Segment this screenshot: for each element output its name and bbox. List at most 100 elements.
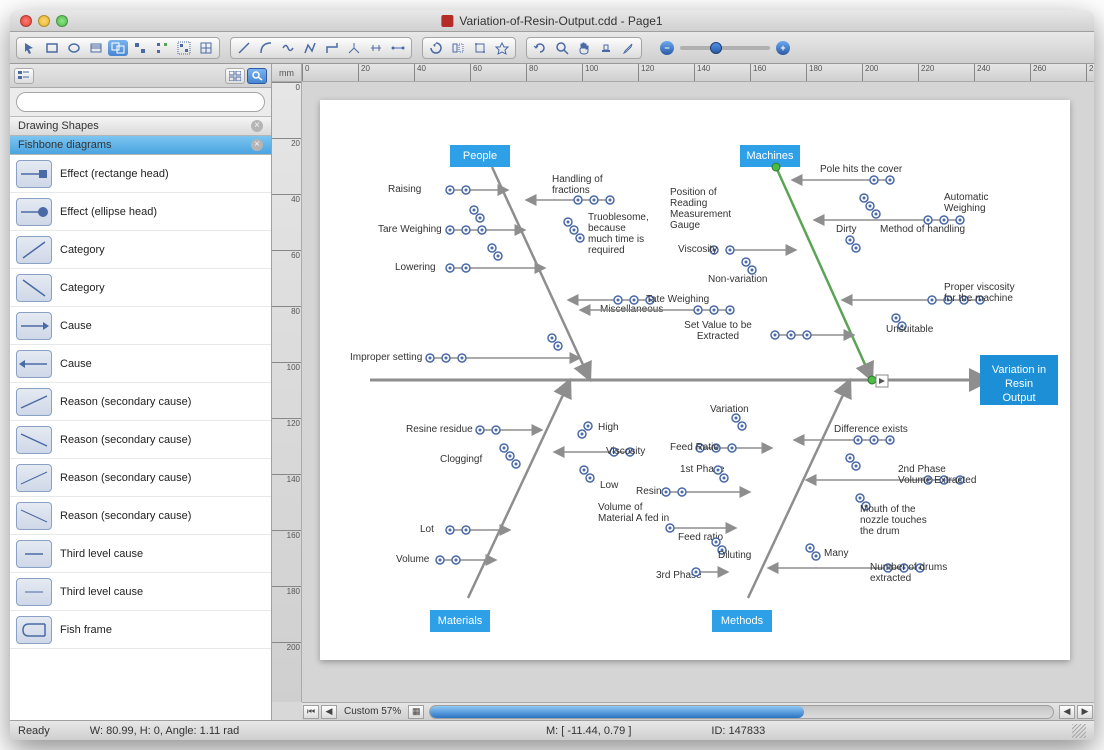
svg-text:required: required <box>588 245 625 256</box>
bottom-scrollbar: ⏮ ◀ Custom 57% ▦ ◀ ▶ <box>302 702 1094 720</box>
line-tool[interactable] <box>234 40 254 56</box>
horizontal-scroll-track[interactable] <box>429 705 1054 719</box>
rotate-tool[interactable] <box>426 40 446 56</box>
svg-text:Extracted: Extracted <box>697 331 739 342</box>
tree-view-button[interactable] <box>14 68 34 84</box>
grid-view-button[interactable] <box>225 68 245 84</box>
section-fishbone[interactable]: Fishbone diagrams × <box>10 136 271 155</box>
shape-item[interactable]: Fish frame <box>10 611 271 649</box>
horizontal-ruler: 020406080100120140160180200220240260280 <box>302 64 1094 82</box>
refresh-tool[interactable] <box>530 40 550 56</box>
section-close-icon[interactable]: × <box>251 120 263 132</box>
table-tool[interactable] <box>196 40 216 56</box>
shape-item[interactable]: Effect (rectange head) <box>10 155 271 193</box>
svg-text:because: because <box>588 223 626 234</box>
section-close-icon[interactable]: × <box>251 139 263 151</box>
zoom-window-button[interactable] <box>56 15 68 27</box>
crop-tool[interactable] <box>470 40 490 56</box>
canvas-scroll[interactable]: Variation inResinOutputPeopleMachinesMat… <box>302 82 1094 702</box>
elbow-tool[interactable] <box>322 40 342 56</box>
shape-icon <box>16 616 52 644</box>
shape-item[interactable]: Cause <box>10 345 271 383</box>
flip-tool[interactable] <box>448 40 468 56</box>
shape-label: Third level cause <box>60 548 143 560</box>
shape-search-input[interactable] <box>16 92 265 112</box>
connector4-tool[interactable] <box>388 40 408 56</box>
container-tool[interactable] <box>108 40 128 56</box>
curve-tool[interactable] <box>278 40 298 56</box>
group-tool[interactable] <box>174 40 194 56</box>
zoom-in-button[interactable]: + <box>776 41 790 55</box>
svg-text:Mouth of the: Mouth of the <box>860 504 916 515</box>
section-label: Fishbone diagrams <box>18 139 112 151</box>
selection-tool-group <box>16 37 220 59</box>
shape-list: Effect (rectange head)Effect (ellipse he… <box>10 155 271 720</box>
shape-item[interactable]: Reason (secondary cause) <box>10 383 271 421</box>
svg-text:Dirty: Dirty <box>836 224 857 235</box>
shape-item[interactable]: Reason (secondary cause) <box>10 421 271 459</box>
svg-text:Volume: Volume <box>396 554 430 565</box>
zoom-tool[interactable] <box>552 40 572 56</box>
page[interactable]: Variation inResinOutputPeopleMachinesMat… <box>320 100 1070 660</box>
search-view-button[interactable] <box>247 68 267 84</box>
svg-text:Handling of: Handling of <box>552 174 603 185</box>
fishbone-diagram[interactable]: Variation inResinOutputPeopleMachinesMat… <box>320 100 1070 660</box>
zoom-slider[interactable]: − + <box>660 41 790 55</box>
shape-item[interactable]: Reason (secondary cause) <box>10 459 271 497</box>
svg-text:much time is: much time is <box>588 234 644 245</box>
zoom-out-button[interactable]: − <box>660 41 674 55</box>
section-label: Drawing Shapes <box>18 120 99 132</box>
shape-icon <box>16 578 52 606</box>
stamp-tool[interactable] <box>596 40 616 56</box>
minimize-window-button[interactable] <box>38 15 50 27</box>
document-icon <box>441 15 453 27</box>
connector2-tool[interactable] <box>344 40 364 56</box>
align-tool[interactable] <box>130 40 150 56</box>
hand-tool[interactable] <box>574 40 594 56</box>
svg-text:Measurement: Measurement <box>670 209 731 220</box>
text-tool[interactable] <box>86 40 106 56</box>
svg-text:High: High <box>598 422 619 433</box>
snap-tool[interactable] <box>492 40 512 56</box>
zoom-handle[interactable] <box>710 42 722 54</box>
arc-tool[interactable] <box>256 40 276 56</box>
scroll-right-button[interactable]: ▶ <box>1077 705 1093 719</box>
ellipse-tool[interactable] <box>64 40 84 56</box>
status-bar: Ready W: 80.99, H: 0, Angle: 1.11 rad M:… <box>10 720 1094 740</box>
shape-item[interactable]: Category <box>10 231 271 269</box>
first-page-button[interactable]: ⏮ <box>303 705 319 719</box>
zoom-track[interactable] <box>680 46 770 50</box>
svg-text:Feed Ratio: Feed Ratio <box>670 442 719 453</box>
svg-text:extracted: extracted <box>870 573 911 584</box>
rect-tool[interactable] <box>42 40 62 56</box>
eyedrop-tool[interactable] <box>618 40 638 56</box>
shape-icon <box>16 502 52 530</box>
resize-grip[interactable] <box>1072 724 1086 738</box>
zoom-label[interactable]: Custom 57% <box>338 706 407 717</box>
svg-text:Many: Many <box>824 548 848 559</box>
horizontal-scroll-thumb[interactable] <box>430 706 804 718</box>
svg-text:nozzle touches: nozzle touches <box>860 515 927 526</box>
scroll-left-button[interactable]: ◀ <box>1059 705 1075 719</box>
close-window-button[interactable] <box>20 15 32 27</box>
poly-tool[interactable] <box>300 40 320 56</box>
connector3-tool[interactable] <box>366 40 386 56</box>
pages-button[interactable]: ▦ <box>408 705 424 719</box>
svg-text:Pole hits the cover: Pole hits the cover <box>820 164 903 175</box>
vertical-ruler: 020406080100120140160180200 <box>272 82 302 702</box>
svg-text:Output: Output <box>1002 392 1035 404</box>
view-tool-group <box>526 37 642 59</box>
distribute-tool[interactable] <box>152 40 172 56</box>
shape-item[interactable]: Third level cause <box>10 573 271 611</box>
pointer-tool[interactable] <box>20 40 40 56</box>
shape-label: Reason (secondary cause) <box>60 472 191 484</box>
shape-item[interactable]: Third level cause <box>10 535 271 573</box>
shape-item[interactable]: Category <box>10 269 271 307</box>
shape-icon <box>16 274 52 302</box>
shape-item[interactable]: Effect (ellipse head) <box>10 193 271 231</box>
section-drawing-shapes[interactable]: Drawing Shapes × <box>10 117 271 136</box>
prev-page-button[interactable]: ◀ <box>321 705 337 719</box>
shape-label: Category <box>60 282 105 294</box>
shape-item[interactable]: Reason (secondary cause) <box>10 497 271 535</box>
shape-item[interactable]: Cause <box>10 307 271 345</box>
